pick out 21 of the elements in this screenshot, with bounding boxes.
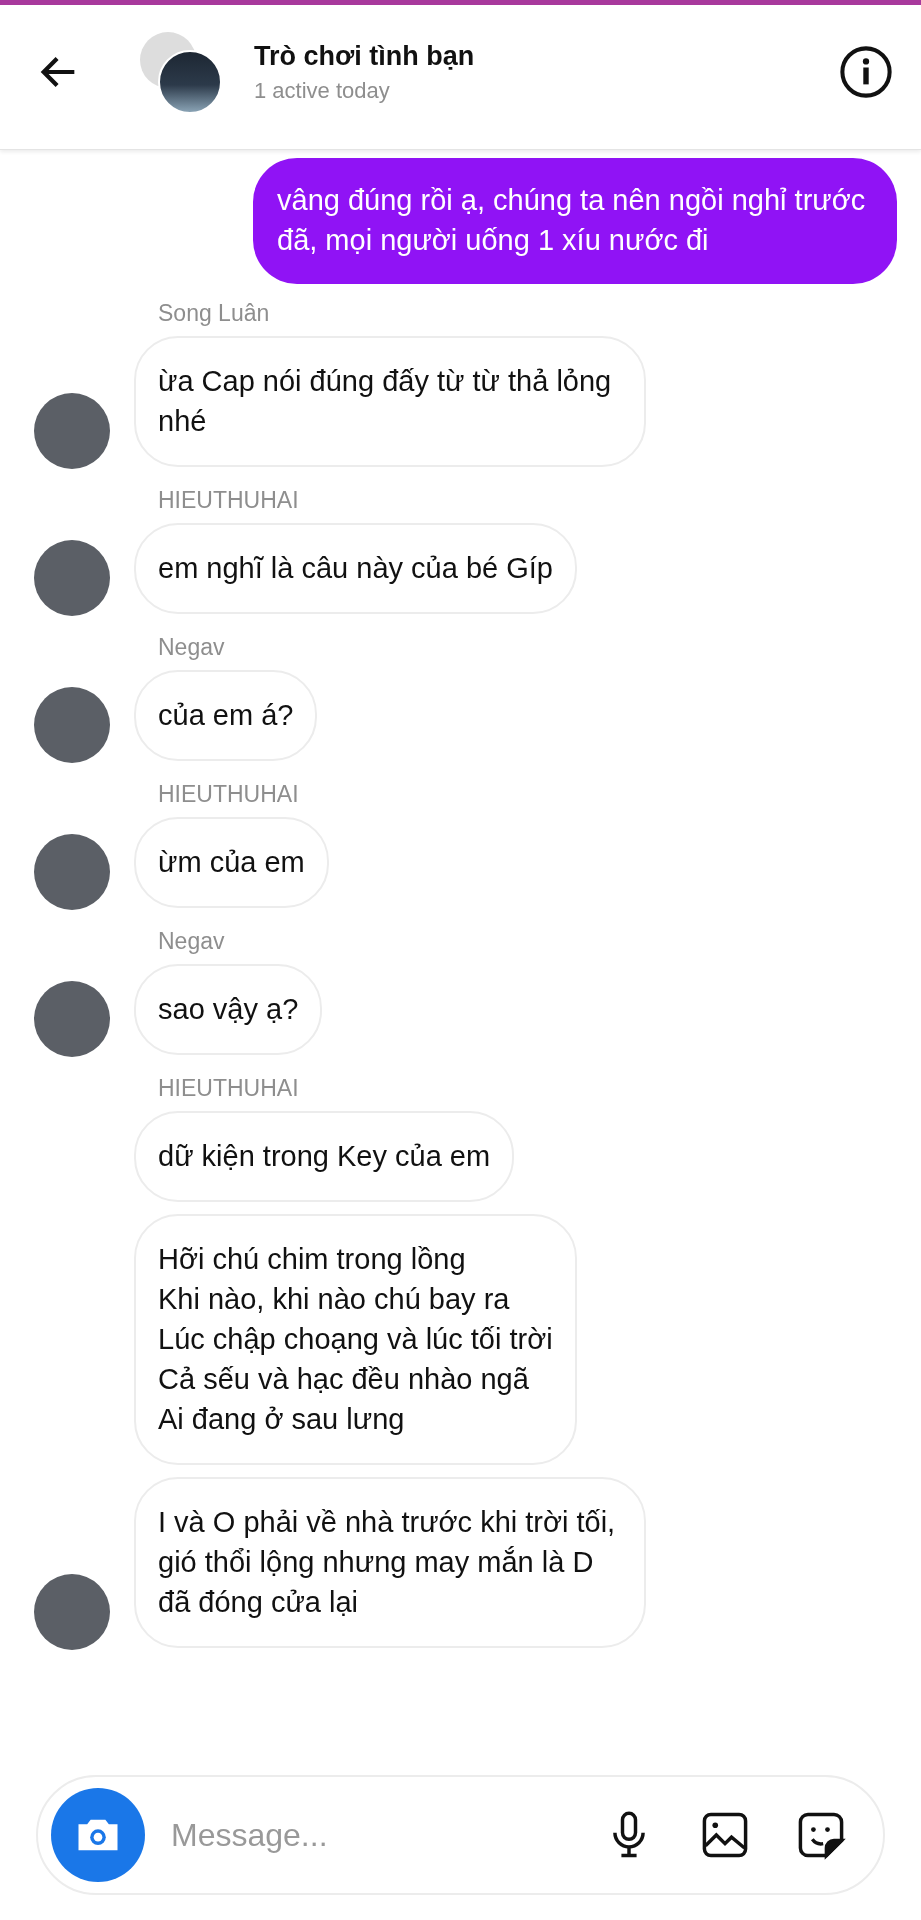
received-message: ừm của em: [134, 817, 329, 908]
sender-name: HIEUTHUHAI: [158, 781, 300, 808]
chat-title: Trò chơi tình bạn: [254, 40, 476, 72]
received-message: của em á?: [134, 670, 318, 761]
info-button[interactable]: [839, 45, 893, 99]
received-message: ừa Cap nói đúng đấy từ từ thả lỏng nhé: [134, 336, 646, 467]
sender-name: Negav: [158, 634, 226, 661]
sender-name: Negav: [158, 928, 226, 955]
received-message: sao vậy ạ?: [134, 964, 323, 1055]
received-message: Hỡi chú chim trong lồng Khi nào, khi nào chú bay ra Lúc chập choạng và lúc tối trời Cả sếu và hạc đều nhào ngã Ai đang ở sau lưng: [134, 1214, 577, 1465]
camera-button[interactable]: [51, 1788, 145, 1882]
active-status: 1 active today: [254, 77, 391, 104]
sender-name: Song Luân: [158, 300, 271, 327]
info-icon: [839, 45, 893, 99]
received-message: em nghĩ là câu này của bé Gíp: [134, 523, 577, 614]
sent-message: vâng đúng rồi ạ, chúng ta nên ngồi nghỉ trước đã, mọi người uống 1 xíu nước đi: [253, 158, 897, 284]
sender-name: HIEUTHUHAI: [158, 487, 300, 514]
received-message: I và O phải về nhà trước khi trời tối, gió thổi lộng nhưng may mắn là D đã đóng cửa lại: [134, 1477, 646, 1648]
received-message: dữ kiện trong Key của em: [134, 1111, 515, 1202]
message-input[interactable]: Message...: [169, 1815, 559, 1855]
sender-name: HIEUTHUHAI: [158, 1075, 300, 1102]
